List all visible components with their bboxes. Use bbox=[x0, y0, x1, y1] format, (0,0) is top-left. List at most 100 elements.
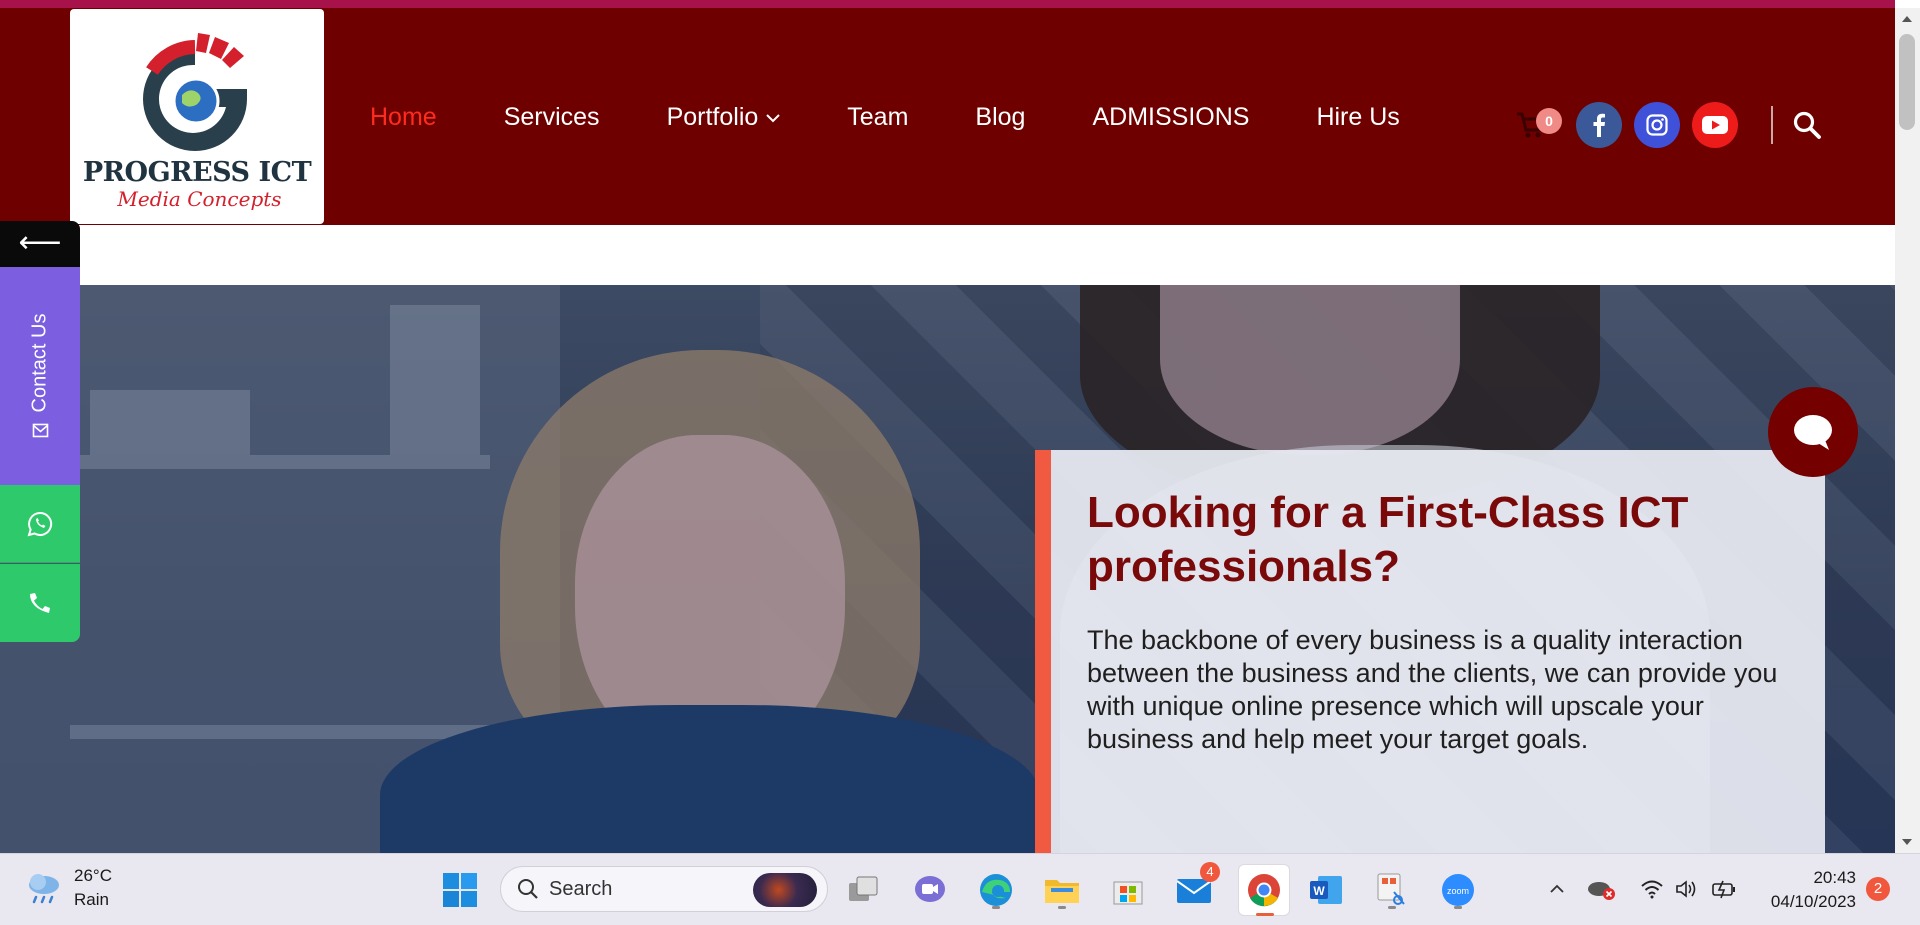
word-button[interactable]: W bbox=[1304, 868, 1348, 912]
windows-taskbar: 26°C Rain Search 4 W zoom 20:43 04/10/20… bbox=[0, 853, 1920, 925]
nav-portfolio[interactable]: Portfolio bbox=[667, 103, 781, 132]
active-indicator bbox=[1256, 913, 1274, 916]
hero-body: The backbone of every business is a qual… bbox=[1087, 625, 1778, 754]
word-icon: W bbox=[1310, 876, 1342, 904]
cart-count-badge: 0 bbox=[1536, 108, 1562, 134]
zoom-button[interactable]: zoom bbox=[1436, 868, 1480, 912]
header-spacer bbox=[80, 225, 1895, 285]
site-header: PROGRESS ICT Media Concepts Home Service… bbox=[0, 8, 1895, 225]
volume-status[interactable] bbox=[1672, 874, 1702, 904]
search-icon bbox=[518, 879, 538, 899]
shelf-line bbox=[70, 725, 490, 739]
header-divider bbox=[1771, 106, 1773, 144]
top-strip bbox=[0, 0, 1895, 8]
start-button[interactable] bbox=[438, 868, 482, 912]
wifi-status[interactable] bbox=[1637, 874, 1667, 904]
weather-widget[interactable]: 26°C Rain bbox=[24, 864, 112, 912]
scroll-up-arrow-icon[interactable] bbox=[1902, 16, 1912, 22]
snipping-tool-button[interactable] bbox=[1370, 868, 1414, 912]
contact-us-tab[interactable]: Contact Us bbox=[0, 267, 80, 485]
instagram-button[interactable] bbox=[1634, 102, 1680, 148]
nav-blog[interactable]: Blog bbox=[975, 103, 1025, 132]
chrome-icon bbox=[1248, 874, 1280, 907]
contact-us-label: Contact Us bbox=[28, 313, 51, 413]
scroll-thumb[interactable] bbox=[1899, 34, 1915, 130]
nav-home[interactable]: Home bbox=[370, 103, 437, 132]
youtube-icon bbox=[1702, 116, 1728, 134]
scroll-down-arrow-icon[interactable] bbox=[1902, 839, 1912, 845]
svg-text:W: W bbox=[1313, 884, 1325, 898]
search-highlight-image bbox=[753, 873, 817, 907]
windows-logo-icon bbox=[443, 873, 477, 907]
folder-icon bbox=[1045, 880, 1079, 903]
weather-temp: 26°C bbox=[74, 866, 112, 885]
store-button[interactable] bbox=[1106, 868, 1150, 912]
battery-charging-icon bbox=[1712, 880, 1735, 899]
teams-chat-button[interactable] bbox=[908, 868, 952, 912]
edge-button[interactable] bbox=[974, 868, 1018, 912]
whatsapp-button[interactable] bbox=[0, 485, 80, 563]
mail-icon bbox=[32, 423, 48, 438]
running-indicator bbox=[1454, 906, 1462, 909]
nav-hire-us[interactable]: Hire Us bbox=[1316, 103, 1399, 132]
teams-chat-icon bbox=[915, 876, 945, 902]
nav-services[interactable]: Services bbox=[504, 103, 600, 132]
microsoft-store-icon bbox=[1113, 881, 1143, 905]
cloud-error-icon bbox=[1588, 882, 1615, 900]
nav-admissions[interactable]: ADMISSIONS bbox=[1092, 103, 1249, 132]
notification-badge[interactable]: 2 bbox=[1866, 877, 1890, 901]
running-indicator bbox=[992, 906, 1000, 909]
svg-text:zoom: zoom bbox=[1447, 886, 1469, 896]
hero-title: Looking for a First-Class ICT profession… bbox=[1087, 488, 1689, 591]
nav-team[interactable]: Team bbox=[847, 103, 908, 132]
vertical-scrollbar[interactable] bbox=[1895, 8, 1920, 853]
phone-button[interactable] bbox=[0, 564, 80, 642]
logo-name: PROGRESS ICT bbox=[82, 157, 312, 188]
youtube-button[interactable] bbox=[1692, 102, 1738, 148]
mail-button[interactable]: 4 bbox=[1172, 862, 1220, 912]
weather-condition: Rain bbox=[74, 890, 109, 909]
shelf-box bbox=[90, 390, 250, 455]
wifi-icon bbox=[1641, 880, 1663, 899]
task-view-icon bbox=[849, 876, 878, 901]
phone-icon bbox=[30, 593, 50, 613]
file-explorer-button[interactable] bbox=[1040, 868, 1084, 912]
taskbar-search[interactable]: Search bbox=[500, 866, 828, 912]
running-indicator bbox=[1058, 906, 1066, 909]
rain-cloud-icon bbox=[29, 874, 59, 904]
logo-globe-icon bbox=[143, 33, 247, 151]
edge-browser-icon bbox=[980, 874, 1012, 906]
contact-us-label-group: Contact Us bbox=[29, 314, 52, 439]
hero-person-shirt bbox=[380, 705, 1040, 853]
nav-portfolio-label: Portfolio bbox=[666, 103, 759, 131]
site-logo[interactable]: PROGRESS ICT Media Concepts bbox=[70, 9, 324, 224]
chevron-down-icon bbox=[766, 113, 780, 122]
shelf-line bbox=[70, 455, 490, 469]
search-icon[interactable] bbox=[1792, 110, 1822, 140]
show-hidden-icons-button[interactable] bbox=[1542, 874, 1572, 904]
instagram-icon bbox=[1646, 114, 1668, 136]
clock-date: 04/10/2023 bbox=[1770, 892, 1856, 911]
hero-card: Looking for a First-Class ICT profession… bbox=[1035, 450, 1825, 853]
task-view-button[interactable] bbox=[842, 868, 886, 912]
chat-bubble-icon bbox=[1794, 415, 1832, 450]
chevron-up-icon bbox=[1550, 884, 1564, 893]
whatsapp-icon bbox=[27, 511, 53, 536]
mail-badge: 4 bbox=[1200, 862, 1220, 882]
zoom-icon: zoom bbox=[1442, 874, 1474, 906]
hero-section: Looking for a First-Class ICT profession… bbox=[0, 285, 1895, 853]
snipping-tool-icon bbox=[1377, 873, 1405, 905]
browser-viewport: PROGRESS ICT Media Concepts Home Service… bbox=[0, 0, 1920, 853]
clock-time: 20:43 bbox=[1813, 868, 1856, 887]
speaker-icon bbox=[1676, 880, 1696, 898]
onedrive-status[interactable] bbox=[1586, 874, 1616, 904]
chrome-button[interactable] bbox=[1238, 864, 1290, 916]
live-chat-button[interactable] bbox=[1768, 387, 1858, 477]
facebook-button[interactable] bbox=[1576, 102, 1622, 148]
running-indicator bbox=[1388, 906, 1396, 909]
battery-status[interactable] bbox=[1709, 874, 1739, 904]
system-clock[interactable]: 20:43 04/10/2023 bbox=[1758, 866, 1856, 914]
facebook-icon bbox=[1593, 113, 1605, 137]
side-toggle-arrow[interactable]: ⟵ bbox=[0, 221, 80, 267]
taskbar-search-label: Search bbox=[549, 877, 613, 900]
